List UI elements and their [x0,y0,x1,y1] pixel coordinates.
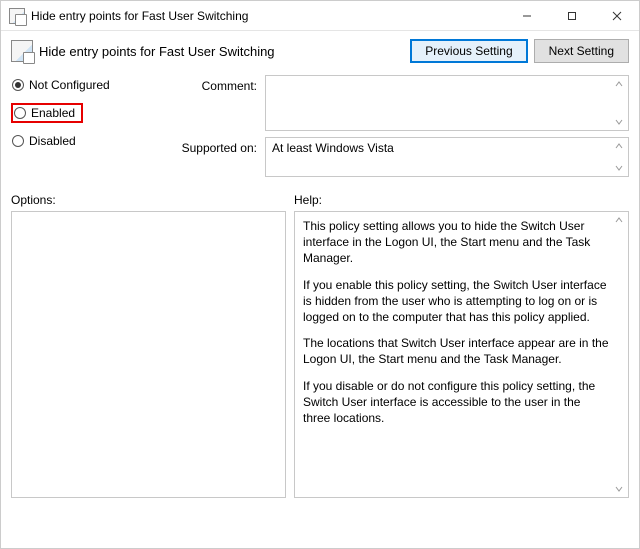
options-label: Options: [11,193,286,207]
comment-row: Comment: [171,75,629,131]
supported-label: Supported on: [171,137,265,177]
radio-enabled[interactable]: Enabled [11,103,83,123]
scroll-up-icon[interactable] [612,77,626,91]
scroll-down-icon[interactable] [612,115,626,129]
radio-label: Not Configured [29,78,110,92]
previous-setting-button[interactable]: Previous Setting [410,39,527,63]
header: Hide entry points for Fast User Switchin… [1,31,639,69]
policy-name: Hide entry points for Fast User Switchin… [39,44,410,59]
help-column: Help: This policy setting allows you to … [294,193,629,498]
supported-row: Supported on: At least Windows Vista [171,137,629,177]
help-paragraph: If you enable this policy setting, the S… [303,277,610,326]
window-title: Hide entry points for Fast User Switchin… [31,9,504,23]
lower-panels: Options: Help: This policy setting allow… [1,183,639,508]
minimize-button[interactable] [504,1,549,30]
help-label: Help: [294,193,629,207]
scroll-up-icon[interactable] [612,213,626,227]
options-column: Options: [11,193,286,498]
radio-icon [12,135,24,147]
window-buttons [504,1,639,30]
state-radio-group: Not Configured Enabled Disabled [11,75,171,183]
help-paragraph: This policy setting allows you to hide t… [303,218,610,267]
radio-label: Enabled [31,106,75,120]
comment-input[interactable] [265,75,629,131]
policy-icon [11,40,33,62]
window-icon [9,8,25,24]
next-setting-button[interactable]: Next Setting [534,39,629,63]
help-paragraph: If you disable or do not configure this … [303,378,610,427]
scroll-down-icon[interactable] [612,482,626,496]
maximize-button[interactable] [549,1,594,30]
scroll-down-icon[interactable] [612,161,626,175]
radio-not-configured[interactable]: Not Configured [11,77,171,93]
radio-disabled[interactable]: Disabled [11,133,171,149]
config-row: Not Configured Enabled Disabled Comment:… [1,69,639,183]
help-paragraph: The locations that Switch User interface… [303,335,610,367]
comment-label: Comment: [171,75,265,131]
nav-buttons: Previous Setting Next Setting [410,39,629,63]
radio-icon [12,79,24,91]
help-panel: This policy setting allows you to hide t… [294,211,629,498]
close-button[interactable] [594,1,639,30]
radio-icon [14,107,26,119]
titlebar: Hide entry points for Fast User Switchin… [1,1,639,31]
scroll-up-icon[interactable] [612,139,626,153]
radio-label: Disabled [29,134,76,148]
options-panel [11,211,286,498]
fields: Comment: Supported on: At least Windows … [171,75,629,183]
supported-value: At least Windows Vista [272,141,394,155]
supported-box: At least Windows Vista [265,137,629,177]
help-text: This policy setting allows you to hide t… [303,218,610,426]
